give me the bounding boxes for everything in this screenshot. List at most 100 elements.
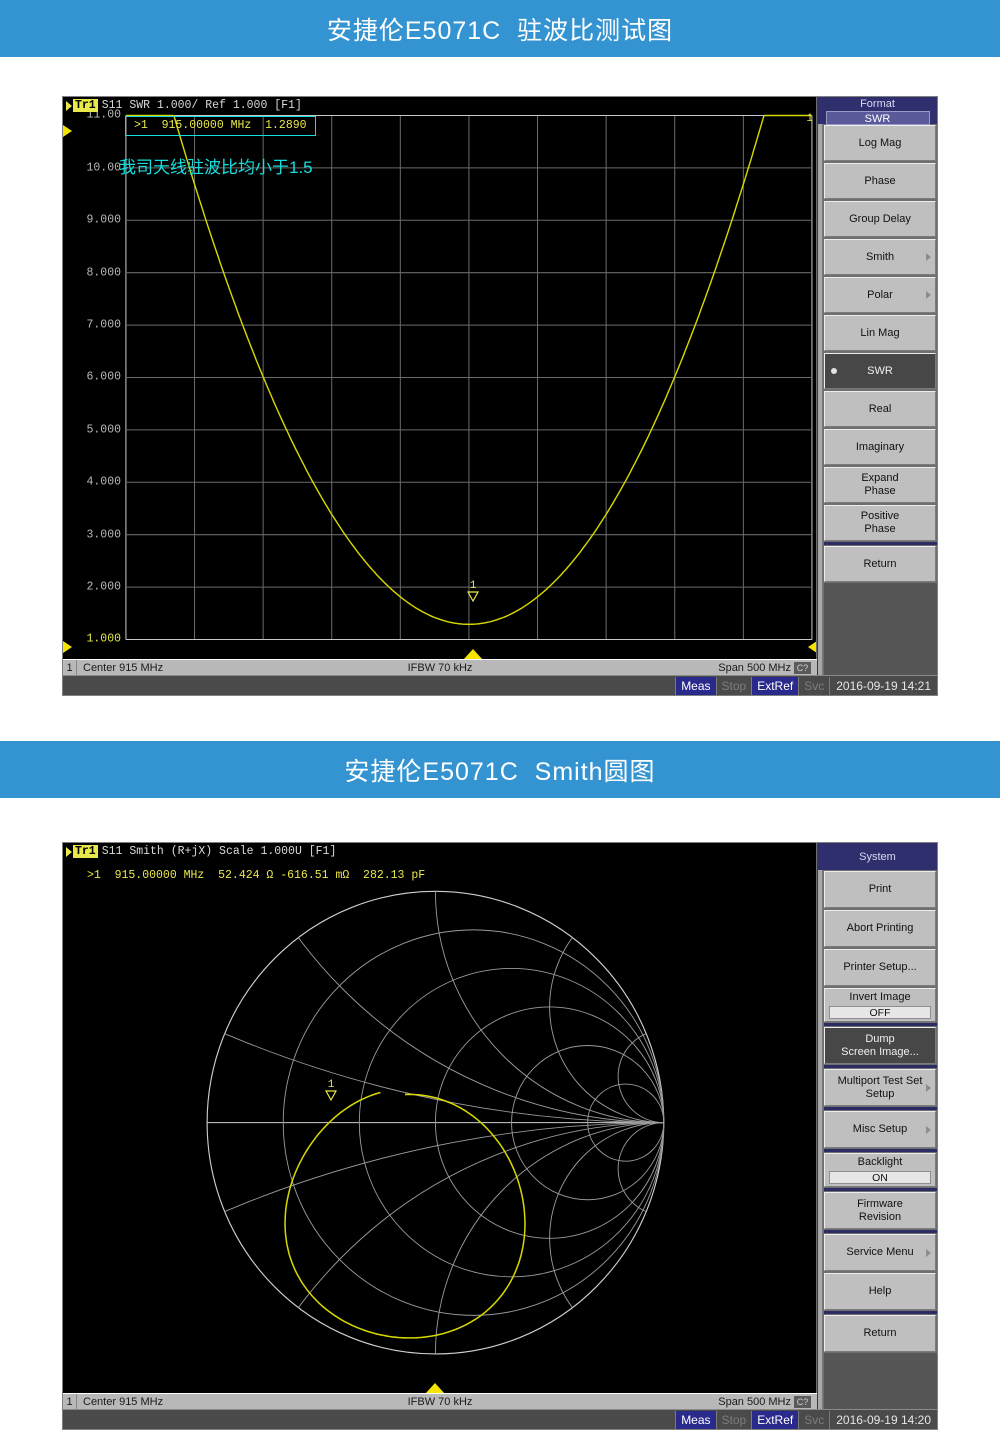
softkey-group-delay[interactable]: Group Delay	[824, 201, 936, 237]
softkey-phase[interactable]: Phase	[824, 163, 936, 199]
smith-softkey-scrollbar[interactable]	[818, 870, 823, 1409]
softkey-invert-image[interactable]: Invert Image OFF	[824, 988, 936, 1022]
softkey-log-mag[interactable]: Log Mag	[824, 125, 936, 161]
softkey-separator	[824, 1149, 937, 1152]
softkey-label: Service Menu	[846, 1246, 914, 1259]
softkey-label: Smith	[865, 250, 895, 263]
smith-softkey-header: System	[818, 843, 937, 870]
swr-status-meas[interactable]: Meas	[675, 676, 716, 695]
softkey-firmware-revision[interactable]: Firmware Revision	[824, 1192, 936, 1229]
smith-status-bar: Meas Stop ExtRef Svc 2016-09-19 14:20	[63, 1409, 937, 1429]
smith-center-freq[interactable]: Center 915 MHz	[77, 1396, 163, 1408]
swr-softkey-current-value[interactable]: SWR	[825, 111, 930, 125]
softkey-multiport-test-set-setup[interactable]: Multiport Test Set Setup	[824, 1069, 936, 1106]
swr-softkey-header: Format SWR	[818, 97, 937, 125]
swr-gridlines	[125, 114, 813, 640]
banner-smith-title: 安捷伦E5071C Smith圆图	[344, 757, 656, 786]
swr-ref-marker-top-icon[interactable]	[63, 125, 72, 137]
softkey-label: Multiport Test Set Setup	[837, 1074, 923, 1100]
swr-ref-marker-right-icon[interactable]	[808, 641, 816, 653]
softkey-separator	[824, 1107, 937, 1110]
softkey-label: Misc Setup	[852, 1123, 908, 1136]
softkey-value[interactable]: OFF	[829, 1006, 931, 1019]
swr-marker-1-pointer[interactable]: 1	[467, 581, 479, 602]
swr-graph-area[interactable]: 11.00 10.00 9.000 8.000 7.000 6.000 5.000 4.000…	[63, 97, 817, 659]
softkey-printer-setup[interactable]: Printer Setup...	[824, 949, 936, 986]
smith-marker-1-pointer[interactable]: 1	[325, 1080, 337, 1101]
swr-status-extref[interactable]: ExtRef	[751, 676, 799, 695]
smith-status-stop[interactable]: Stop	[715, 1410, 752, 1429]
softkey-abort-printing[interactable]: Abort Printing	[824, 910, 936, 947]
softkey-separator	[824, 1188, 937, 1191]
softkey-backlight[interactable]: Backlight ON	[824, 1153, 936, 1187]
swr-span[interactable]: Span 500 MHz	[718, 662, 791, 674]
chevron-right-icon	[926, 1248, 931, 1257]
swr-status-svc[interactable]: Svc	[798, 676, 829, 695]
vna-graph-col-swr: 11.00 10.00 9.000 8.000 7.000 6.000 5.000 4.000…	[63, 97, 817, 675]
smith-trace-path	[284, 1091, 526, 1339]
chevron-right-icon	[926, 1083, 931, 1092]
softkey-separator	[824, 1230, 937, 1233]
swr-annotation: 我司天线驻波比均小于1.5	[119, 158, 313, 177]
softkey-return[interactable]: Return	[824, 1315, 936, 1352]
smith-softkey-list: Print Abort Printing Printer Setup... Inver…	[818, 870, 937, 1409]
softkey-label: SWR	[867, 364, 893, 377]
softkey-label: Positive Phase	[860, 510, 900, 535]
softkey-help[interactable]: Help	[824, 1273, 936, 1310]
softkey-polar[interactable]: Polar	[824, 277, 936, 313]
swr-ref-marker-bottom-icon[interactable]	[63, 641, 72, 653]
softkey-swr[interactable]: SWR	[824, 353, 936, 389]
softkey-empty-area	[824, 583, 937, 675]
swr-center-freq[interactable]: Center 915 MHz	[77, 662, 163, 674]
smith-status-clock: 2016-09-19 14:20	[829, 1410, 935, 1429]
swr-softkey-menu: Format SWR Log Mag Phase Group Delay Smith P…	[817, 97, 937, 675]
swr-status-clock: 2016-09-19 14:21	[829, 676, 935, 695]
softkey-expand-phase[interactable]: Expand Phase	[824, 467, 936, 503]
softkey-positive-phase[interactable]: Positive Phase	[824, 505, 936, 541]
softkey-label: Imaginary	[855, 440, 905, 453]
smith-gridlines	[206, 890, 665, 1355]
softkey-label: Abort Printing	[846, 922, 914, 935]
softkey-print[interactable]: Print	[824, 871, 936, 908]
softkey-empty-area	[824, 1353, 937, 1409]
smith-span[interactable]: Span 500 MHz	[718, 1396, 791, 1408]
swr-ifbw[interactable]: IFBW 70 kHz	[408, 662, 473, 674]
smith-graph-area[interactable]: Tr1 S11 Smith (R+jX) Scale 1.000U [F1] >…	[63, 843, 817, 1393]
smith-status-svc[interactable]: Svc	[798, 1410, 829, 1429]
swr-trace-title-row[interactable]: Tr1 S11 SWR 1.000/ Ref 1.000 [F1]	[66, 99, 302, 112]
softkey-separator	[824, 1023, 937, 1026]
softkey-service-menu[interactable]: Service Menu	[824, 1234, 936, 1271]
softkey-label: Real	[868, 402, 892, 415]
smith-ifbw[interactable]: IFBW 70 kHz	[408, 1396, 473, 1408]
smith-x-marker-triangle-icon[interactable]	[425, 1383, 445, 1393]
swr-marker-readout[interactable]: >1 915.00000 MHz 1.2890	[125, 116, 316, 136]
softkey-label: Help	[868, 1285, 892, 1298]
softkey-dump-screen-image[interactable]: Dump Screen Image...	[824, 1027, 936, 1064]
vna-window-swr: 11.00 10.00 9.000 8.000 7.000 6.000 5.000 4.000…	[62, 96, 938, 696]
softkey-value[interactable]: ON	[829, 1171, 931, 1184]
softkey-label: Group Delay	[849, 212, 911, 225]
smith-softkey-menu: System Print Abort Printing Printer Setup.…	[817, 843, 937, 1409]
swr-softkey-scrollbar[interactable]	[818, 124, 823, 675]
swr-x-marker-triangle-icon[interactable]	[463, 649, 483, 659]
smith-trace-title-row[interactable]: Tr1 S11 Smith (R+jX) Scale 1.000U [F1]	[66, 845, 336, 858]
softkey-imaginary[interactable]: Imaginary	[824, 429, 936, 465]
softkey-smith[interactable]: Smith	[824, 239, 936, 275]
softkey-real[interactable]: Real	[824, 391, 936, 427]
banner-swr-title: 安捷伦E5071C 驻波比测试图	[326, 16, 674, 45]
swr-trace-end-label: 1	[806, 113, 813, 125]
softkey-return[interactable]: Return	[824, 546, 936, 582]
swr-trace-badge[interactable]: Tr1	[73, 99, 98, 112]
swr-status-stop[interactable]: Stop	[715, 676, 752, 695]
chevron-right-icon	[926, 1125, 931, 1134]
softkey-misc-setup[interactable]: Misc Setup	[824, 1111, 936, 1148]
vna-window-smith: Tr1 S11 Smith (R+jX) Scale 1.000U [F1] >…	[62, 842, 938, 1430]
vna-graph-col-smith: Tr1 S11 Smith (R+jX) Scale 1.000U [F1] >…	[63, 843, 817, 1409]
smith-trace-badge[interactable]: Tr1	[73, 845, 98, 858]
smith-status-meas[interactable]: Meas	[675, 1410, 716, 1429]
smith-marker-readout[interactable]: >1 915.00000 MHz 52.424 Ω -616.51 mΩ 282…	[87, 869, 425, 882]
softkey-lin-mag[interactable]: Lin Mag	[824, 315, 936, 351]
swr-softkey-title: Format	[860, 98, 895, 110]
smith-status-extref[interactable]: ExtRef	[751, 1410, 799, 1429]
vna-body-swr: 11.00 10.00 9.000 8.000 7.000 6.000 5.000 4.000…	[63, 97, 937, 675]
